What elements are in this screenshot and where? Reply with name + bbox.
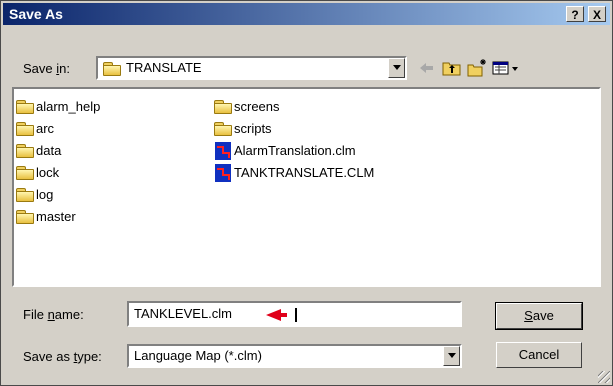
list-item[interactable]: log	[16, 183, 53, 205]
cancel-button[interactable]: Cancel	[496, 342, 582, 368]
save-in-dropdown[interactable]: TRANSLATE	[96, 56, 407, 80]
chevron-down-icon[interactable]	[443, 346, 460, 366]
view-menu-icon[interactable]	[491, 58, 521, 78]
save-as-type-dropdown[interactable]: Language Map (*.clm)	[127, 344, 462, 368]
resize-grip-icon[interactable]	[598, 371, 610, 383]
list-item[interactable]: alarm_help	[16, 95, 100, 117]
folder-icon	[16, 100, 34, 115]
folder-icon	[16, 166, 34, 181]
folder-icon	[214, 122, 232, 137]
title-bar[interactable]: Save As ? X	[3, 3, 610, 25]
list-item[interactable]: data	[16, 139, 61, 161]
annotation-arrow-icon	[266, 308, 297, 322]
folder-icon	[16, 122, 34, 137]
file-name-label: File name:	[23, 307, 84, 322]
save-in-label: Save in:	[23, 61, 70, 76]
folder-icon	[103, 62, 121, 76]
list-item[interactable]: screens	[214, 95, 280, 117]
up-one-level-icon[interactable]	[441, 58, 463, 78]
list-item[interactable]: master	[16, 205, 76, 227]
file-list[interactable]: alarm_help arc data lock log master scre…	[12, 87, 601, 287]
list-item[interactable]: arc	[16, 117, 54, 139]
clm-file-icon	[214, 163, 232, 183]
folder-icon	[16, 210, 34, 225]
folder-icon	[214, 100, 232, 115]
folder-icon	[16, 144, 34, 159]
list-item[interactable]: TANKTRANSLATE.CLM	[214, 161, 374, 183]
list-item[interactable]: lock	[16, 161, 59, 183]
file-name-input[interactable]: TANKLEVEL.clm	[127, 301, 462, 327]
folder-icon	[16, 188, 34, 203]
save-as-type-label: Save as type:	[23, 349, 102, 364]
clm-file-icon	[214, 141, 232, 161]
help-button[interactable]: ?	[566, 6, 584, 22]
close-button[interactable]: X	[588, 6, 606, 22]
save-as-type-value: Language Map (*.clm)	[134, 348, 262, 363]
list-item[interactable]: AlarmTranslation.clm	[214, 139, 356, 161]
window-title: Save As	[9, 6, 63, 22]
back-arrow-icon[interactable]	[415, 58, 437, 78]
save-in-value: TRANSLATE	[126, 60, 202, 75]
file-name-value: TANKLEVEL.clm	[134, 306, 233, 321]
save-button[interactable]: Save	[495, 302, 583, 330]
list-item[interactable]: scripts	[214, 117, 272, 139]
save-as-dialog: Save As ? X Save in: TRANSLATE alarm_hel…	[0, 0, 613, 386]
chevron-down-icon[interactable]	[388, 58, 405, 78]
new-folder-icon[interactable]	[466, 58, 488, 78]
